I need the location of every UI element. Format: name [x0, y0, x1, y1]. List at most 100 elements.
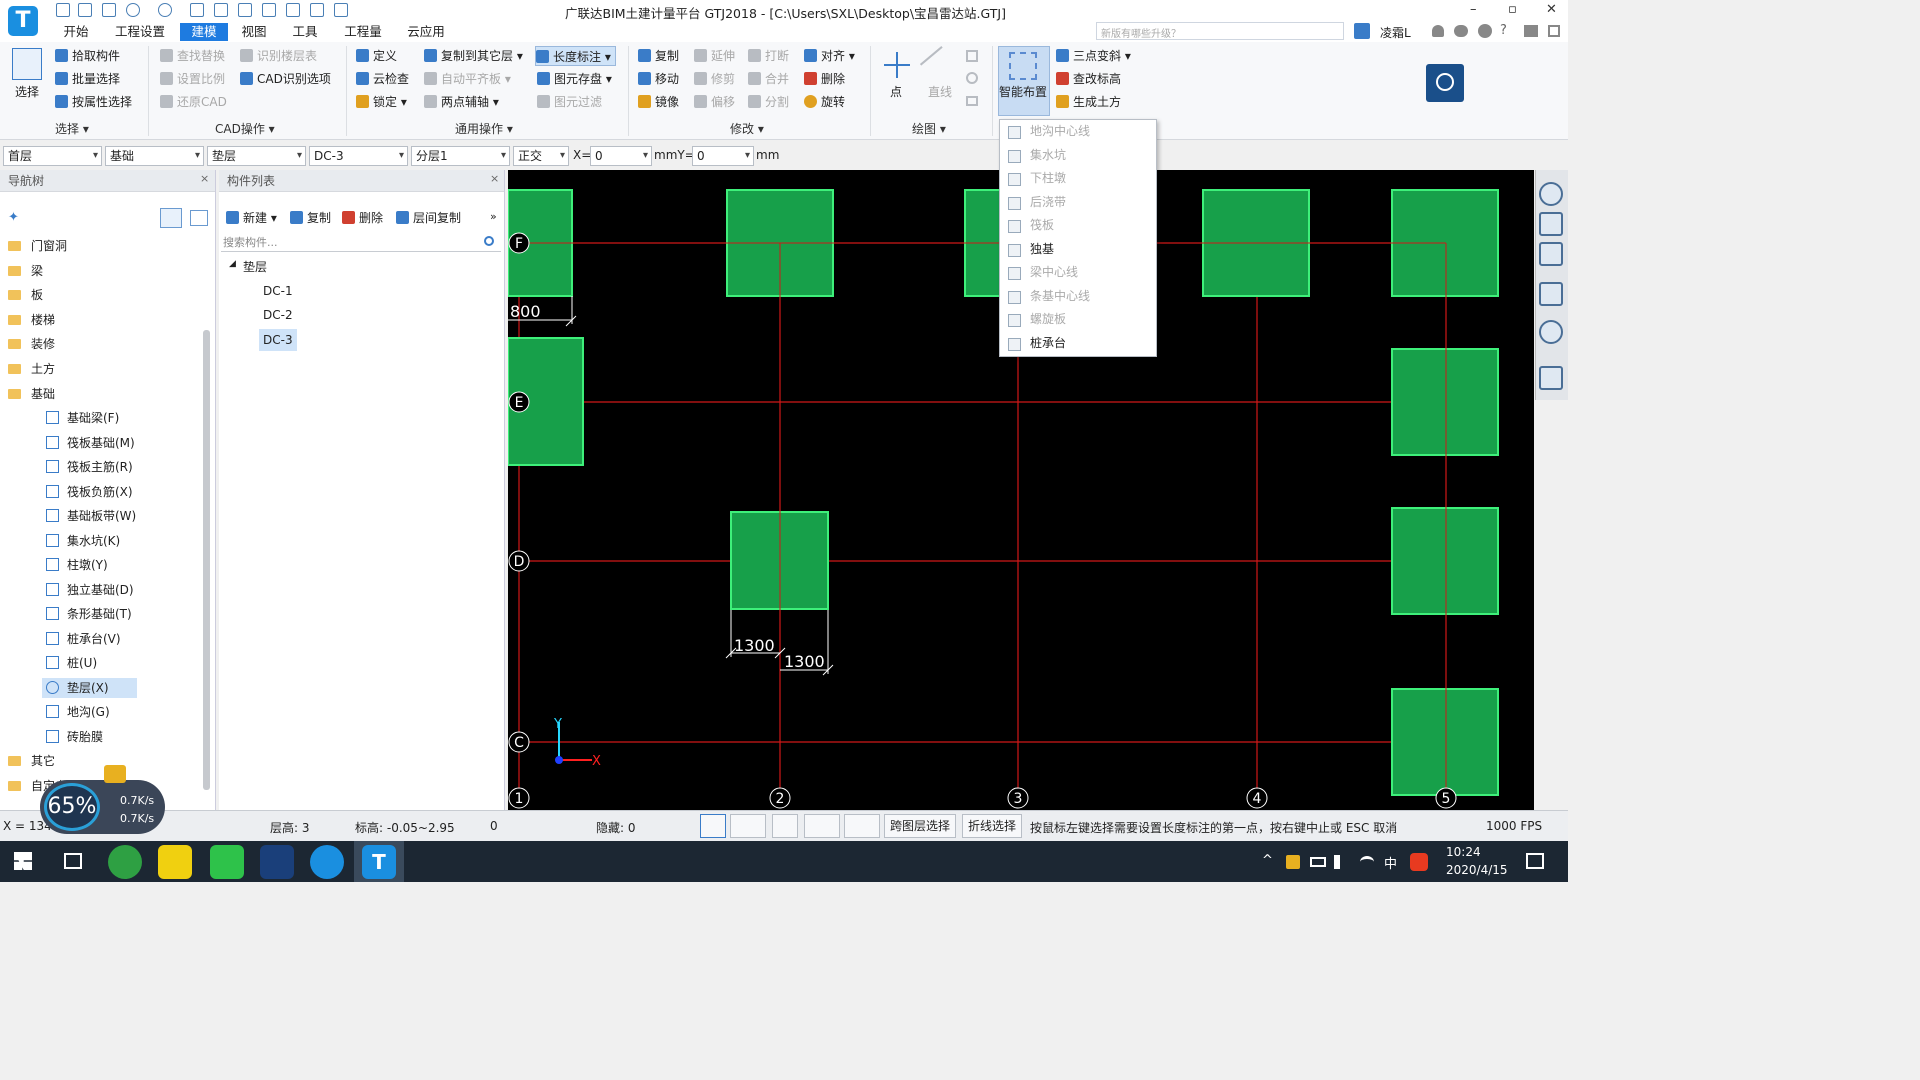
battery-icon[interactable]	[1310, 857, 1326, 867]
dropdown-item-spiral-slab[interactable]: 螺旋板	[1000, 308, 1156, 332]
bell-icon[interactable]	[1432, 25, 1444, 37]
category-select[interactable]: 基础	[105, 146, 204, 166]
cushion-pad[interactable]	[1391, 348, 1499, 456]
list-view-icon[interactable]	[160, 208, 182, 228]
delete-button[interactable]: 删除	[804, 69, 845, 89]
identify-floor-table-button[interactable]: 识别楼层表	[240, 46, 317, 66]
three-point-slope-button[interactable]: 三点变斜 ▾	[1056, 46, 1131, 66]
type-select[interactable]: 垫层	[207, 146, 306, 166]
minimize-button[interactable]: –	[1470, 2, 1477, 17]
help-search-input[interactable]: 新版有哪些升级？	[1096, 22, 1344, 40]
find-replace-button[interactable]: 查找替换	[160, 46, 225, 66]
group-select[interactable]: 选择 ▾	[55, 120, 89, 137]
tree-item-beam[interactable]: 梁	[8, 261, 43, 281]
dropdown-item-post-pour-strip[interactable]: 后浇带	[1000, 191, 1156, 215]
arc-icon[interactable]	[966, 50, 978, 62]
snap-mode-icon[interactable]	[730, 814, 766, 838]
dropdown-item-trench-centerline[interactable]: 地沟中心线	[1000, 120, 1156, 144]
gtj-app-icon[interactable]: T	[362, 845, 396, 879]
move-button[interactable]: 移动	[638, 69, 679, 89]
nav-scrollbar[interactable]	[203, 330, 210, 790]
box-view-icon[interactable]	[1539, 282, 1563, 306]
pick-component-button[interactable]: 拾取构件	[55, 46, 120, 66]
ortho-snap-icon[interactable]	[700, 814, 726, 838]
tree-child-pile[interactable]: 桩(U)	[46, 653, 97, 673]
tree-item-stairs[interactable]: 楼梯	[8, 310, 55, 330]
length-dimension-button[interactable]: 长度标注 ▾	[535, 46, 616, 66]
tree-child-raft-neg-rebar[interactable]: 筏板负筋(X)	[46, 482, 133, 502]
undo-icon[interactable]	[126, 3, 140, 17]
tree-item-slab[interactable]: 板	[8, 285, 43, 305]
sum-icon[interactable]	[190, 3, 204, 17]
dropdown-item-beam-centerline[interactable]: 梁中心线	[1000, 261, 1156, 285]
tree-child-slab-strip[interactable]: 基础板带(W)	[46, 506, 136, 526]
comp-close-icon[interactable]: ×	[490, 172, 499, 185]
group-common[interactable]: 通用操作 ▾	[455, 120, 513, 137]
tree-child-isolated-footing[interactable]: 独立基础(D)	[46, 580, 134, 600]
cad-app-icon[interactable]	[260, 845, 294, 879]
pin-icon[interactable]	[1548, 25, 1560, 37]
glodon-app-icon[interactable]	[310, 845, 344, 879]
auto-flush-slab-button[interactable]: 自动平齐板 ▾	[424, 69, 511, 89]
x-input[interactable]: 0	[590, 146, 652, 166]
split-button[interactable]: 分割	[748, 92, 789, 112]
tab-tools[interactable]: 工具	[286, 23, 324, 41]
view-report-icon[interactable]	[238, 3, 252, 17]
search-icon[interactable]	[484, 236, 494, 246]
check-elevation-button[interactable]: 查改标高	[1056, 69, 1121, 89]
cloud-check-button[interactable]: 云检查	[356, 69, 409, 89]
browser-app-icon[interactable]	[108, 845, 142, 879]
open-file-icon[interactable]	[78, 3, 92, 17]
floor-copy-button[interactable]: 层间复制	[396, 208, 461, 228]
rect-icon[interactable]	[966, 96, 978, 106]
component-select[interactable]: DC-3	[309, 146, 408, 166]
cad-options-button[interactable]: CAD识别选项	[240, 69, 331, 89]
trim-button[interactable]: 修剪	[694, 69, 735, 89]
plan-view-icon[interactable]	[1539, 242, 1563, 266]
point-button[interactable]: 点	[890, 82, 902, 102]
redo-icon[interactable]	[158, 3, 172, 17]
extend-button[interactable]: 延伸	[694, 46, 735, 66]
notes-app-icon[interactable]	[158, 845, 192, 879]
tab-cloud[interactable]: 云应用	[402, 23, 450, 41]
component-item-selected[interactable]: DC-3	[259, 329, 297, 351]
lock-button[interactable]: 锁定 ▾	[356, 92, 407, 112]
more-icon[interactable]: »	[490, 210, 497, 223]
help-icon[interactable]: ?	[1500, 23, 1507, 38]
tree-child-brick-mold[interactable]: 砖胎膜	[46, 727, 103, 747]
point-icon[interactable]	[884, 52, 910, 78]
align-button[interactable]: 对齐 ▾	[804, 46, 855, 66]
tab-start[interactable]: 开始	[56, 23, 96, 41]
cross-floor-select-button[interactable]: 跨图层选择	[884, 814, 957, 838]
set-scale-button[interactable]: 设置比例	[160, 69, 225, 89]
task-view-icon[interactable]	[64, 853, 82, 869]
mirror-button[interactable]: 镜像	[638, 92, 679, 112]
merge-button[interactable]: 合并	[748, 69, 789, 89]
shirt-icon[interactable]	[1524, 25, 1538, 37]
tree-child-pile-cap[interactable]: 桩承台(V)	[46, 629, 121, 649]
user-name[interactable]: 凌霜L	[1380, 24, 1411, 41]
cushion-pad[interactable]	[1391, 688, 1499, 796]
grid-icon[interactable]	[310, 3, 324, 17]
component-item[interactable]: DC-2	[259, 304, 297, 326]
3d-view-icon[interactable]	[1539, 212, 1563, 236]
mode-select[interactable]: 正交	[513, 146, 569, 166]
dropdown-item-pile-cap[interactable]: 桩承台	[1000, 332, 1156, 356]
save-elements-button[interactable]: 图元存盘 ▾	[537, 69, 612, 89]
new-component-button[interactable]: 新建 ▾	[226, 208, 277, 228]
generate-earthwork-button[interactable]: 生成土方	[1056, 92, 1121, 112]
clock-time[interactable]: 10:24	[1446, 845, 1481, 859]
tree-child-strip-footing[interactable]: 条形基础(T)	[46, 604, 132, 624]
tab-project-settings[interactable]: 工程设置	[110, 23, 170, 41]
y-input[interactable]: 0	[692, 146, 754, 166]
add-icon[interactable]: ✦	[8, 211, 20, 224]
clock-date[interactable]: 2020/4/15	[1446, 863, 1508, 877]
dropdown-item-lower-pier[interactable]: 下柱墩	[1000, 167, 1156, 191]
user-avatar-icon[interactable]	[1354, 23, 1370, 39]
polyline-select-button[interactable]: 折线选择	[962, 814, 1023, 838]
tree-child-raft-main-rebar[interactable]: 筏板主筋(R)	[46, 457, 133, 477]
tree-item-openings[interactable]: 门窗洞	[8, 236, 67, 256]
dropdown-item-strip-centerline[interactable]: 条基中心线	[1000, 285, 1156, 309]
component-item[interactable]: DC-1	[259, 280, 297, 302]
group-cad[interactable]: CAD操作 ▾	[215, 120, 275, 137]
